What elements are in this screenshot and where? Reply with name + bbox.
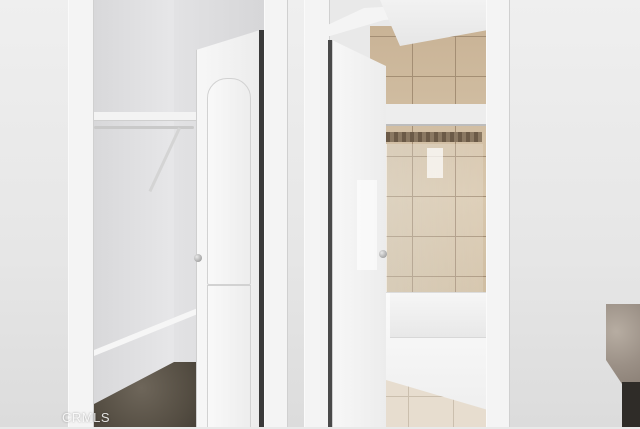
shower-glass-door[interactable] [386,144,483,294]
window-reflection [427,148,443,178]
tile-accent-strip [386,132,482,142]
watermark-text: CRMLS [62,410,111,425]
bathroom-door-casing-right [486,0,510,427]
closet-door-casing-left [68,0,94,427]
bathroom-door-knob[interactable] [379,250,387,258]
vanity-cabinet [622,382,640,427]
closet-door-casing-right [264,0,288,427]
closet-door-lower-panel [207,285,251,427]
bathroom-door-hinge-gap [328,40,332,427]
bathroom-door[interactable] [332,40,386,427]
closet-door-upper-panel [207,78,251,285]
closet-door-knob[interactable] [194,254,202,262]
bathroom-door-highlight [357,180,377,270]
closet-door[interactable] [196,30,260,427]
bathtub-basin-rim [390,293,486,338]
shower-shelf [386,104,488,126]
left-wall [0,0,70,427]
bathroom-door-casing-left [304,0,330,427]
